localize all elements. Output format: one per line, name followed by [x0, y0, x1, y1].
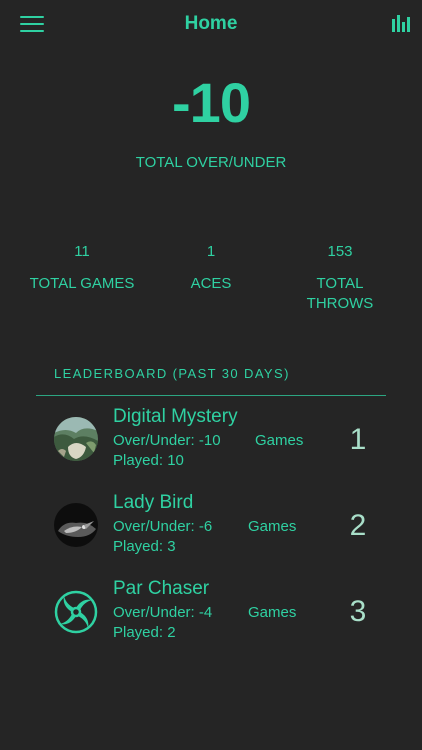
stat-total-games: 11 TOTAL GAMES: [12, 242, 152, 294]
total-over-under-value: -10: [172, 71, 251, 134]
stat-value: 153: [327, 243, 353, 260]
player-games-played: Played: 3: [113, 538, 176, 555]
player-games-label: Games: [255, 432, 304, 449]
player-games-label: Games: [248, 518, 297, 535]
leaderboard-row[interactable]: Par Chaser Over/Under: -4 Games Played: …: [0, 568, 422, 648]
player-over-under: Over/Under: -10: [113, 432, 221, 449]
avatar: [54, 417, 98, 461]
leaderboard-row[interactable]: Lady Bird Over/Under: -6 Games Played: 3…: [0, 482, 422, 562]
stat-value: 11: [74, 243, 90, 260]
leaderboard-row[interactable]: Digital Mystery Over/Under: -10 Games Pl…: [0, 396, 422, 476]
player-games-played: Played: 2: [113, 624, 176, 641]
player-games-played: Played: 10: [113, 452, 184, 469]
nav-bar: Home: [0, 0, 422, 50]
player-over-under: Over/Under: -4: [113, 604, 213, 621]
leaderboard-title: LEADERBOARD (PAST 30 DAYS): [54, 366, 290, 381]
stat-aces: 1 ACES: [141, 242, 281, 294]
page-title: Home: [184, 13, 238, 34]
total-over-under-label: TOTAL OVER/UNDER: [135, 154, 287, 171]
player-name: Digital Mystery: [113, 406, 238, 427]
avatar: [54, 503, 98, 547]
player-name: Par Chaser: [113, 578, 210, 599]
player-rank: 2: [349, 509, 367, 542]
avatar: [54, 590, 98, 634]
stat-label: ACES: [190, 275, 232, 292]
stat-label: TOTAL THROWS: [306, 275, 374, 312]
player-rank: 1: [349, 423, 367, 456]
stat-label: TOTAL GAMES: [29, 275, 135, 292]
player-name: Lady Bird: [113, 492, 194, 513]
player-games-label: Games: [248, 604, 297, 621]
player-rank: 3: [349, 595, 367, 628]
stat-total-throws: 153 TOTAL THROWS: [270, 242, 410, 314]
bar-chart-icon[interactable]: [392, 14, 410, 32]
stat-value: 1: [206, 243, 216, 260]
player-over-under: Over/Under: -6: [113, 518, 213, 535]
